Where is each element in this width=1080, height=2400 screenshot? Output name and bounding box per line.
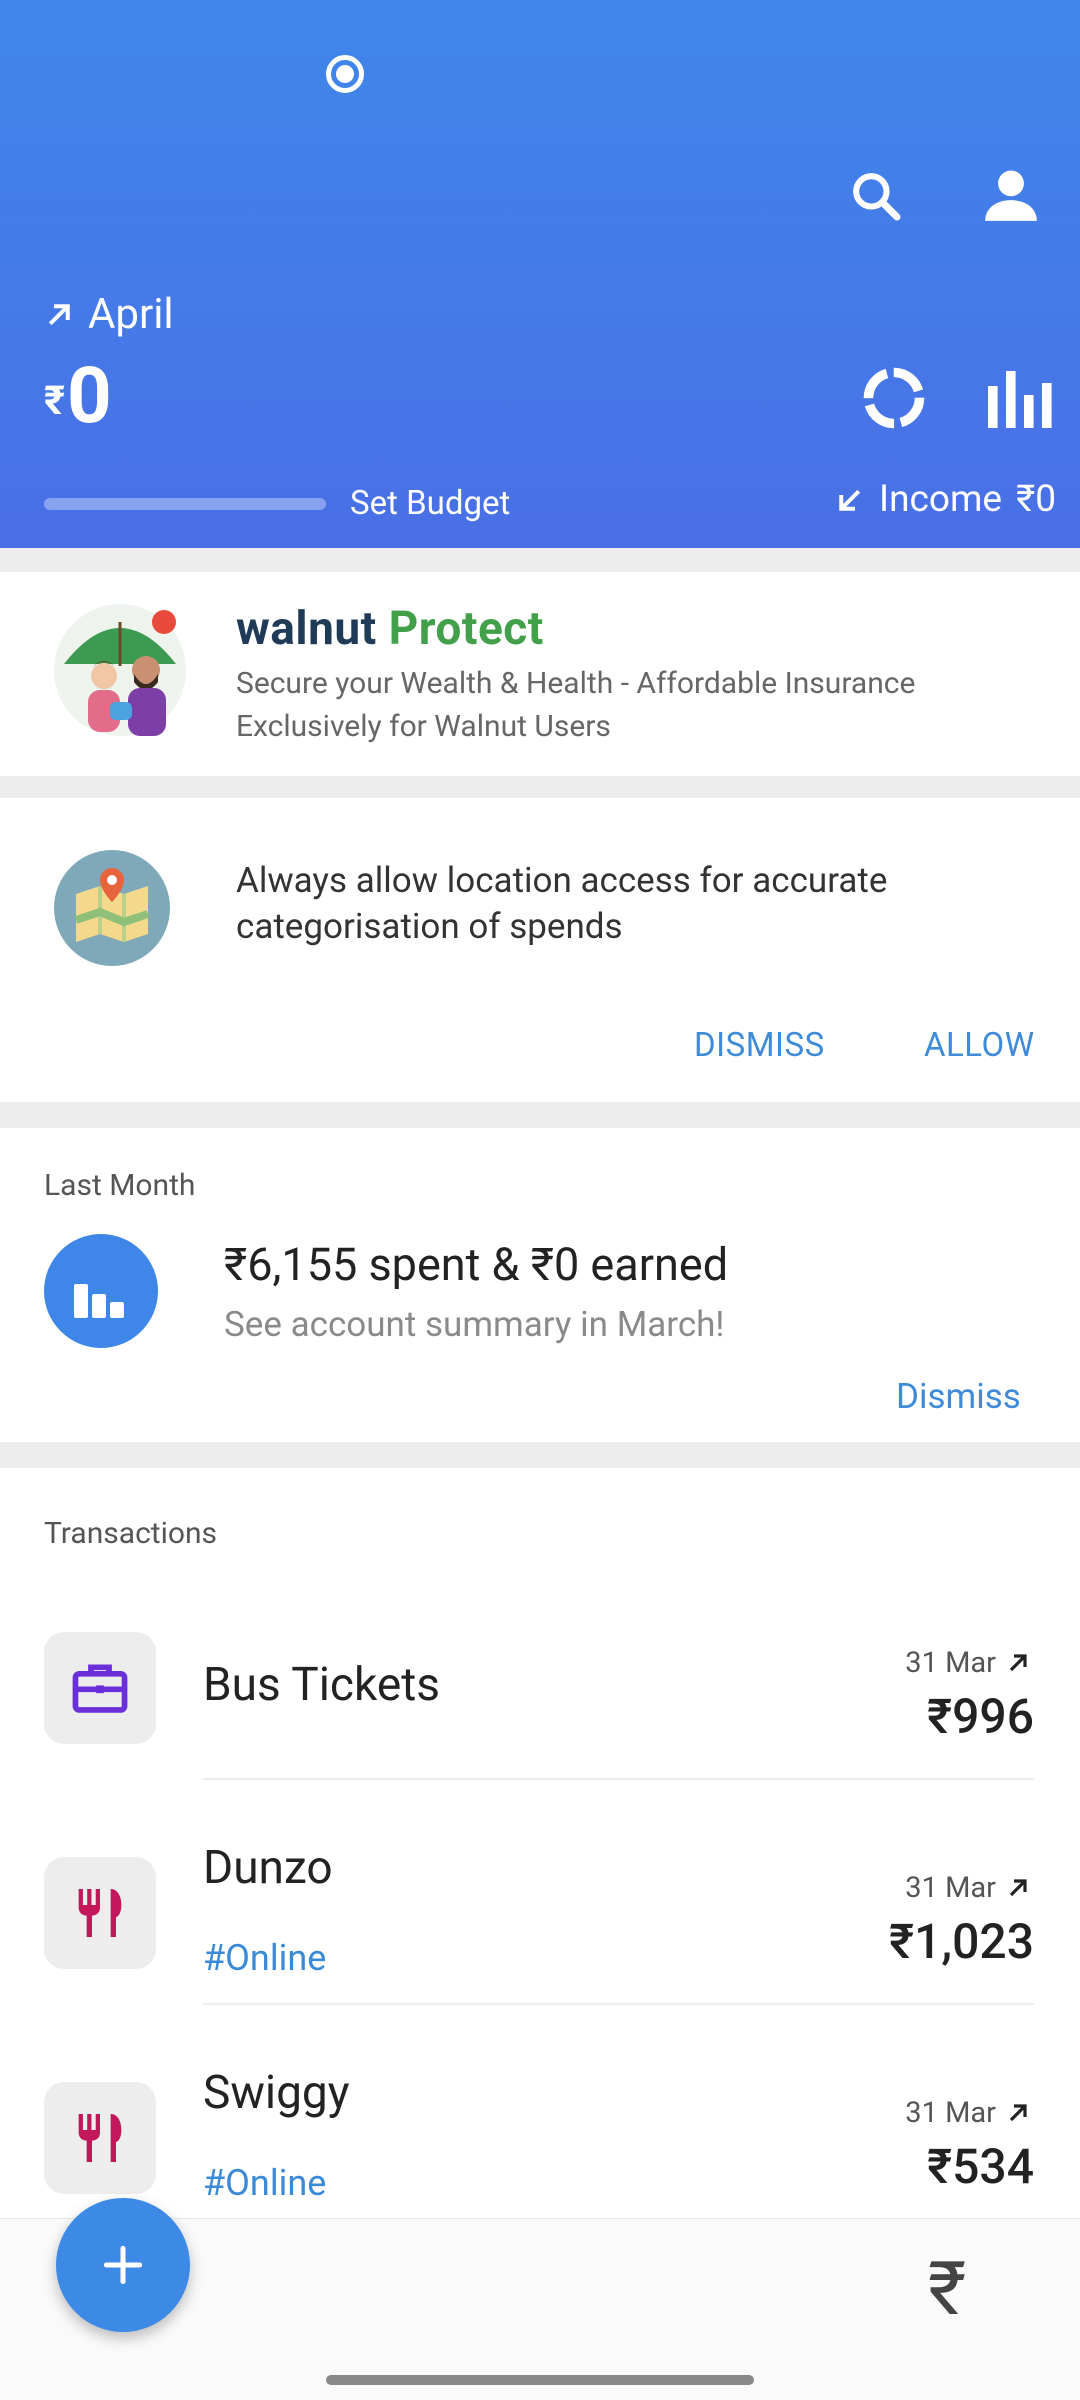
transaction-amount: ₹534 <box>927 2138 1034 2195</box>
transaction-amount: ₹996 <box>927 1688 1034 1745</box>
brand-protect: Protect <box>388 602 544 656</box>
briefcase-icon <box>44 1632 156 1744</box>
search-icon[interactable] <box>848 168 904 224</box>
transaction-date: 31 Mar <box>905 2096 1030 2130</box>
walnut-protect-card[interactable]: walnut Protect Secure your Wealth & Heal… <box>0 572 1080 776</box>
summary-header: April ₹ 0 Set Budget Income ₹0 <box>0 0 1080 548</box>
income-summary[interactable]: Income ₹0 <box>835 478 1056 521</box>
arrow-up-right-icon <box>1009 1879 1027 1897</box>
brand-walnut: walnut <box>236 602 377 656</box>
transaction-row[interactable]: Dunzo #Online 31 Mar ₹1,023 <box>0 1813 1080 2013</box>
row-divider <box>203 1778 1034 1780</box>
transaction-date: 31 Mar <box>905 1871 1030 1905</box>
transaction-date-text: 31 Mar <box>905 2096 996 2130</box>
add-transaction-button[interactable] <box>56 2198 190 2332</box>
family-illustration-icon <box>54 604 186 736</box>
month-selector[interactable]: April <box>44 290 174 339</box>
transaction-tag[interactable]: #Online <box>203 1937 326 1979</box>
donut-chart-icon[interactable] <box>858 362 930 434</box>
spent-amount: ₹ 0 <box>44 358 112 436</box>
location-line-2: categorisation of spends <box>236 906 623 947</box>
transaction-date-text: 31 Mar <box>905 1646 996 1680</box>
summary-chart-icon <box>44 1234 158 1348</box>
transaction-name: Swiggy <box>203 2066 350 2120</box>
arrow-up-right-icon <box>1009 2104 1027 2122</box>
location-message: Always allow location access for accurat… <box>236 858 1036 950</box>
plus-icon <box>103 2245 143 2285</box>
location-permission-card: Always allow location access for accurat… <box>0 798 1080 1102</box>
spent-value: 0 <box>67 351 112 442</box>
map-pin-icon <box>54 850 170 966</box>
profile-icon[interactable] <box>980 164 1042 226</box>
allow-location-button[interactable]: ALLOW <box>924 1026 1035 1065</box>
fork-knife-icon <box>44 1857 156 1969</box>
last-month-subtext: See account summary in March! <box>224 1304 725 1345</box>
arrow-down-left-icon <box>839 489 861 511</box>
fork-knife-icon <box>44 2082 156 2194</box>
currency-symbol: ₹ <box>44 377 66 424</box>
protect-line-1: Secure your Wealth & Health - Affordable… <box>236 666 916 701</box>
home-indicator[interactable] <box>326 2375 754 2385</box>
transaction-row[interactable]: Bus Tickets 31 Mar ₹996 <box>0 1588 1080 1788</box>
month-label: April <box>88 290 174 339</box>
camera-dot-icon <box>326 55 364 93</box>
bar-chart-icon[interactable] <box>982 362 1054 434</box>
set-budget-link[interactable]: Set Budget <box>350 484 510 523</box>
dismiss-last-month-button[interactable]: Dismiss <box>896 1376 1021 1417</box>
protect-description: Secure your Wealth & Health - Affordable… <box>236 662 915 748</box>
last-month-label: Last Month <box>44 1168 196 1203</box>
income-amount: ₹0 <box>1016 478 1056 521</box>
last-month-summary: ₹6,155 spent & ₹0 earned <box>224 1238 729 1291</box>
transactions-card: Transactions Bus Tickets 31 Mar ₹996 Dun… <box>0 1468 1080 2220</box>
budget-progress-bar <box>44 498 326 510</box>
rupee-nav-button[interactable]: ₹ <box>928 2246 966 2333</box>
arrow-up-right-icon <box>1009 1654 1027 1672</box>
row-divider <box>203 2003 1034 2005</box>
transactions-label: Transactions <box>44 1516 218 1551</box>
transaction-tag[interactable]: #Online <box>203 2162 326 2204</box>
income-label: Income <box>879 478 1003 521</box>
transaction-name: Bus Tickets <box>203 1658 441 1712</box>
transaction-amount: ₹1,023 <box>889 1913 1034 1970</box>
transaction-row[interactable]: Swiggy #Online 31 Mar ₹534 <box>0 2038 1080 2238</box>
transaction-name: Dunzo <box>203 1841 333 1895</box>
transaction-date-text: 31 Mar <box>905 1871 996 1905</box>
transaction-date: 31 Mar <box>905 1646 1030 1680</box>
walnut-protect-title: walnut Protect <box>236 602 544 656</box>
location-line-1: Always allow location access for accurat… <box>236 860 888 901</box>
dismiss-location-button[interactable]: DISMISS <box>694 1026 825 1065</box>
arrow-up-right-icon <box>48 303 70 325</box>
last-month-card[interactable]: Last Month ₹6,155 spent & ₹0 earned See … <box>0 1128 1080 1442</box>
protect-line-2: Exclusively for Walnut Users <box>236 709 611 744</box>
